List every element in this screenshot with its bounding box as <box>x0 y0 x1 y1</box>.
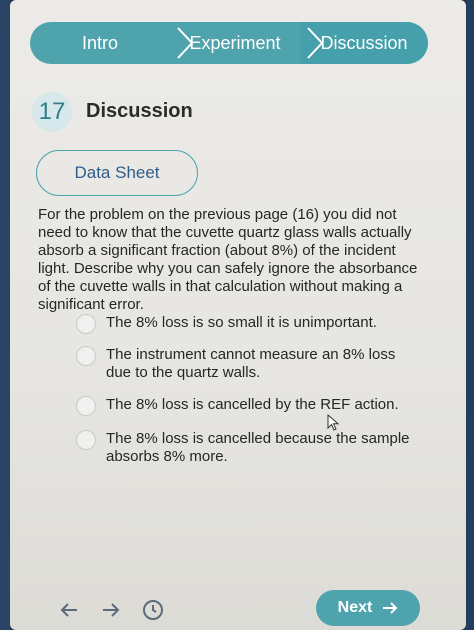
device-bezel-left <box>0 0 10 630</box>
mouse-cursor-icon <box>327 414 340 431</box>
page-title: Discussion <box>86 100 193 122</box>
device-bezel-right <box>466 0 474 630</box>
history-icon[interactable] <box>140 597 166 623</box>
answer-option[interactable]: The instrument cannot measure an 8% loss… <box>76 346 416 382</box>
next-button-label: Next <box>337 599 373 616</box>
arrow-right-icon <box>383 602 398 614</box>
radio-button[interactable] <box>76 314 96 334</box>
radio-button[interactable] <box>76 346 96 366</box>
step-navigator: Intro Experiment Discussion <box>30 22 428 64</box>
chevron-right-icon <box>307 27 324 59</box>
chevron-right-icon <box>177 27 194 59</box>
step-intro-label: Intro <box>81 32 119 53</box>
bottom-navigation <box>56 596 182 624</box>
back-arrow-icon[interactable] <box>56 597 82 623</box>
forward-arrow-icon[interactable] <box>98 597 124 623</box>
step-intro[interactable]: Intro <box>30 22 170 64</box>
radio-button[interactable] <box>76 396 96 416</box>
data-sheet-button[interactable]: Data Sheet <box>36 150 198 196</box>
question-text: For the problem on the previous page (16… <box>38 206 418 313</box>
step-experiment-label: Experiment <box>189 32 281 53</box>
answer-option-label: The 8% loss is cancelled because the sam… <box>106 430 410 465</box>
answer-option-label: The 8% loss is so small it is unimportan… <box>106 314 377 331</box>
answer-option[interactable]: The 8% loss is cancelled because the sam… <box>76 430 416 466</box>
radio-button[interactable] <box>76 430 96 450</box>
answer-option[interactable]: The 8% loss is so small it is unimportan… <box>76 314 416 334</box>
answer-option-label: The 8% loss is cancelled by the REF acti… <box>106 396 399 413</box>
next-button[interactable]: Next <box>316 590 420 626</box>
answer-option-label: The instrument cannot measure an 8% loss… <box>106 346 396 381</box>
step-discussion-label: Discussion <box>320 32 408 53</box>
question-number-badge: 17 <box>32 92 72 132</box>
answer-option[interactable]: The 8% loss is cancelled by the REF acti… <box>76 396 416 416</box>
data-sheet-label: Data Sheet <box>74 163 160 182</box>
